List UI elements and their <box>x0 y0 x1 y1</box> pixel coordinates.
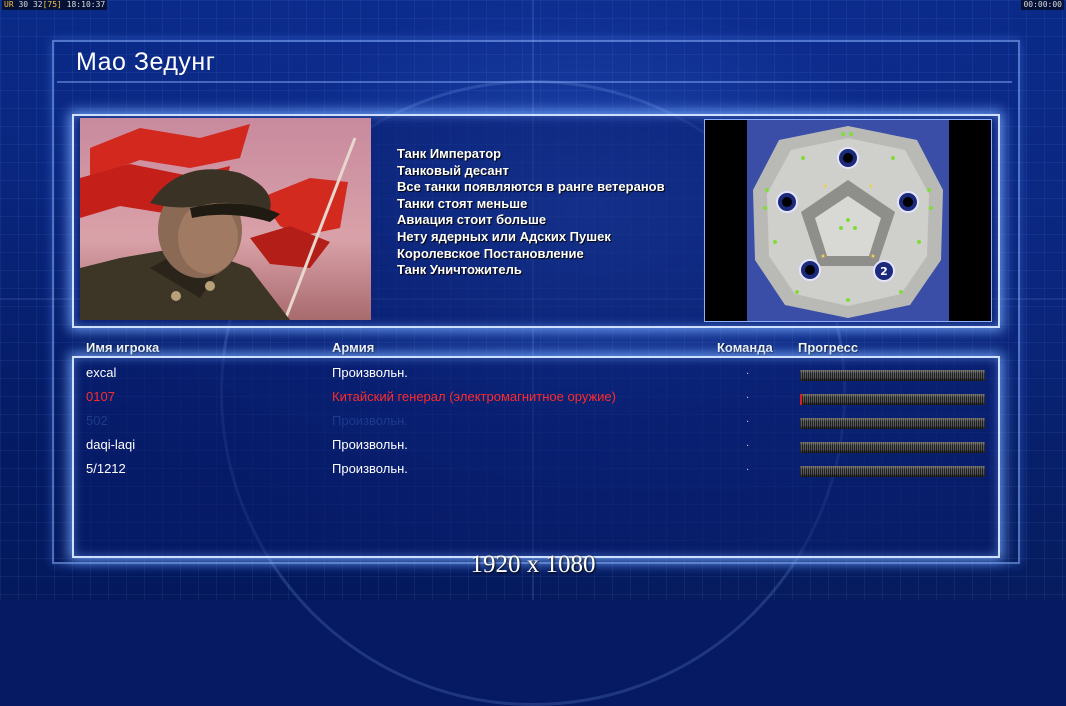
player-row: 5/1212 Произвольн.. <box>0 461 1066 485</box>
player-progress-bar <box>800 418 985 429</box>
general-portrait <box>80 118 371 320</box>
header-player-name: Имя игрока <box>86 340 160 355</box>
player-progress-bar <box>800 466 985 477</box>
portrait-image <box>80 118 371 320</box>
hud-clock: 18:10:37 <box>66 0 106 9</box>
player-row: excal Произвольн.. <box>0 365 1066 389</box>
general-name: Мао Зедунг <box>76 48 216 76</box>
player-progress-fill <box>800 394 802 405</box>
player-name: excal <box>86 365 117 380</box>
player-team: . <box>746 437 750 449</box>
player-team: . <box>746 389 750 401</box>
header-progress: Прогресс <box>798 340 859 355</box>
hud-prefix: UR <box>4 0 14 9</box>
player-team: . <box>746 365 750 377</box>
player-progress-bar <box>800 442 985 453</box>
player-row: 0107 Китайский генерал (электромагнитное … <box>0 389 1066 413</box>
game-timer: 00:00:00 <box>1021 0 1064 10</box>
player-name: daqi-laqi <box>86 437 136 452</box>
fps-b: 32 <box>32 0 43 9</box>
resolution-label: 1920 x 1080 <box>470 551 596 578</box>
player-name: 0107 <box>86 389 115 404</box>
feature-item: Танк Император <box>397 146 502 161</box>
general-features-list: Танк Император Танковый десант Все танки… <box>397 146 665 279</box>
feature-item: Танк Уничтожитель <box>397 262 522 278</box>
player-army: Произвольн. <box>332 437 408 452</box>
feature-item: Нету ядерных или Адских Пушек <box>397 228 611 244</box>
player-name: 502 <box>86 413 108 428</box>
header-army: Армия <box>332 340 375 355</box>
player-row: daqi-laqi Произвольн.. <box>0 437 1066 461</box>
player-progress-bar <box>800 370 985 381</box>
player-name: 5/1212 <box>86 461 126 476</box>
header-team: Команда <box>717 340 773 355</box>
player-team: . <box>746 461 750 473</box>
map-start-marker: 2 <box>880 265 888 278</box>
player-army: Произвольн. <box>332 413 408 428</box>
player-row: 502 Произвольн.. <box>0 413 1066 437</box>
player-team: . <box>746 413 750 425</box>
player-progress-bar <box>800 394 985 405</box>
feature-item: Королевское Постановление <box>397 245 584 261</box>
player-army: Произвольн. <box>332 365 408 380</box>
map-preview-image: 2 <box>705 120 991 321</box>
player-army: Китайский генерал (электромагнитное оруж… <box>332 389 616 404</box>
fps-c: [75] <box>42 0 62 9</box>
fps-a: 30 <box>18 0 29 9</box>
feature-item: Танки стоят меньше <box>397 195 528 211</box>
fps-counter: UR 30 32[75] 18:10:37 <box>2 0 108 10</box>
feature-item: Все танки появляются в ранге ветеранов <box>397 179 665 195</box>
player-army: Произвольн. <box>332 461 408 476</box>
feature-item: Танковый десант <box>397 162 509 178</box>
feature-item: Авиация стоит больше <box>397 212 547 228</box>
map-preview: 2 <box>704 119 992 322</box>
